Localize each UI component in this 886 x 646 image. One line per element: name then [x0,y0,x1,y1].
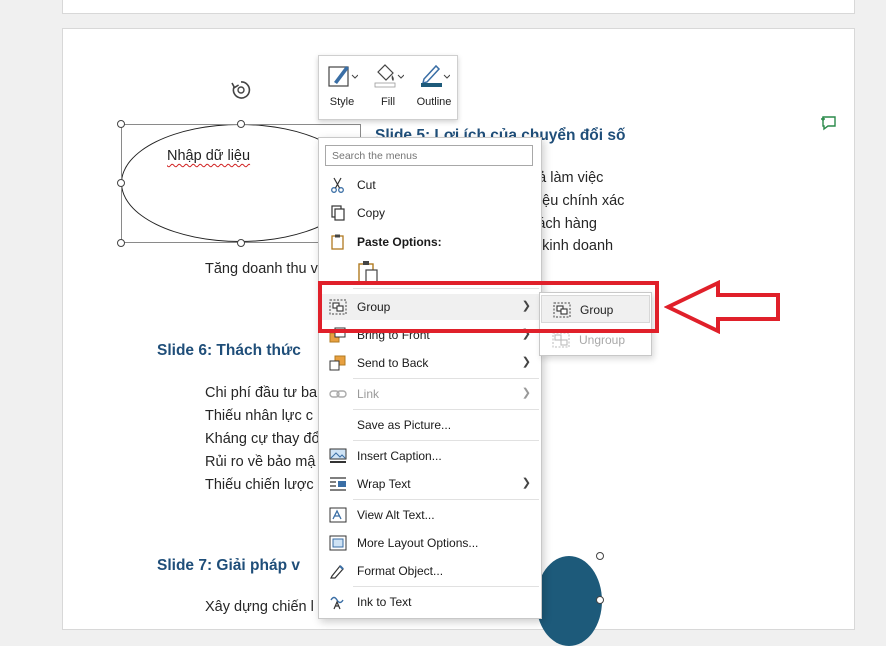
submenu-item-label: Ungroup [579,333,626,347]
resize-handle-s[interactable] [237,239,245,247]
shape-text[interactable]: Nhập dữ liệu [167,148,250,164]
menu-item-save-as-picture[interactable]: Save as Picture... [320,412,540,438]
menu-item-format-object[interactable]: Format Object... [320,558,540,584]
slide6-line-4: Rủi ro về bảo mậ [205,454,316,470]
chevron-right-icon: ❯ [521,477,531,489]
ink-to-text-icon [330,596,344,610]
slide7-heading: Slide 7: Giải pháp v [157,557,300,574]
alt-text-icon [329,507,347,523]
previous-page [62,0,855,14]
blue-ellipse-shape[interactable] [536,556,602,646]
menu-item-label: Send to Back [357,356,429,370]
copy-icon [331,205,345,221]
menu-item-label: Wrap Text [357,477,411,491]
paste-options-label: Paste Options: [357,235,442,249]
slide7-line-1: Xây dựng chiến l [205,599,314,615]
menu-item-label: View Alt Text... [357,508,435,522]
pointer-arrow-icon [664,280,780,334]
menu-item-send-to-back[interactable]: Send to Back ❯ [320,350,540,376]
menu-item-ink-to-text[interactable]: Ink to Text [320,589,540,615]
scissors-icon [331,177,344,193]
fill-button[interactable]: Fill [365,56,411,119]
slide6-line-3: Kháng cự thay đổ [205,431,320,447]
menu-item-label: Copy [357,206,386,220]
rotate-handle-icon[interactable] [230,79,252,101]
shape-style-icon [328,66,358,87]
slide6-line-1: Chi phí đầu tư ba [205,385,318,401]
menu-item-link[interactable]: Link ❯ [320,381,540,407]
resize-handle-w[interactable] [117,179,125,187]
wrap-text-icon [330,477,346,491]
paste-icon [331,234,344,250]
resize-handle-n[interactable] [237,120,245,128]
format-object-icon [330,565,344,579]
mini-toolbar: Style Fill Outline [318,55,458,120]
menu-item-label: Link [357,387,380,401]
slide6-heading: Slide 6: Thách thức [157,342,301,359]
link-icon [329,390,347,398]
resize-handle-sw[interactable] [117,239,125,247]
outline-label: Outline [416,96,452,108]
blue-shape-handle-ne[interactable] [596,552,604,560]
menu-item-label: Save as Picture... [357,418,452,432]
context-menu: Cut Copy Paste Options: Group ❯ [318,137,542,619]
outline-button[interactable]: Outline [411,56,457,119]
shape-outline-icon [421,64,450,87]
insert-caption-icon [329,448,347,463]
menu-item-label: Insert Caption... [357,449,442,463]
send-to-back-icon [329,355,346,371]
layout-options-icon [329,535,347,551]
fill-bucket-icon [374,64,404,88]
comment-icon[interactable] [820,115,838,131]
fill-label: Fill [380,96,396,108]
ungroup-icon [552,332,570,348]
menu-item-cut[interactable]: Cut [320,172,540,198]
style-button[interactable]: Style [319,56,365,119]
menu-item-copy[interactable]: Copy [320,200,540,226]
menu-item-more-layout-options[interactable]: More Layout Options... [320,530,540,556]
paste-options-header: Paste Options: [320,229,540,255]
menu-item-label: Format Object... [357,564,444,578]
style-label: Style [329,96,355,108]
menu-item-wrap-text[interactable]: Wrap Text ❯ [320,471,540,497]
menu-item-label: More Layout Options... [357,536,479,550]
blue-shape-handle-e[interactable] [596,596,604,604]
menu-item-insert-caption[interactable]: Insert Caption... [320,443,540,469]
chevron-right-icon: ❯ [521,356,531,368]
slide6-line-5: Thiếu chiến lược [205,477,314,493]
menu-item-label: Ink to Text [357,595,412,609]
chevron-right-icon: ❯ [521,387,531,399]
menu-item-label: Cut [357,178,376,192]
slide6-line-2: Thiếu nhân lực c [205,408,314,424]
tang-doanh-thu-line: Tăng doanh thu v [205,261,318,277]
highlight-box [318,281,659,333]
resize-handle-nw[interactable] [117,120,125,128]
search-menus-input[interactable] [325,145,533,166]
menu-item-view-alt-text[interactable]: View Alt Text... [320,502,540,528]
